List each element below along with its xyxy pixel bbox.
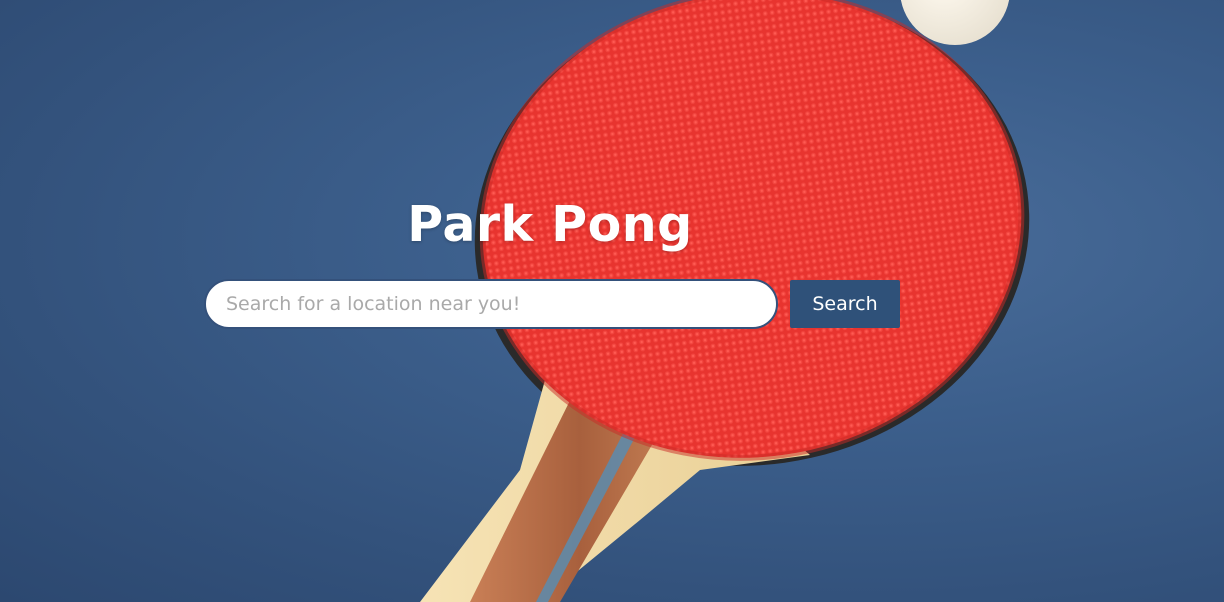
- search-form: Search: [204, 279, 904, 329]
- search-button[interactable]: Search: [790, 280, 900, 328]
- page-title: Park Pong: [407, 196, 693, 253]
- hero-section: Park Pong Search: [0, 0, 1224, 602]
- search-input[interactable]: [204, 279, 778, 329]
